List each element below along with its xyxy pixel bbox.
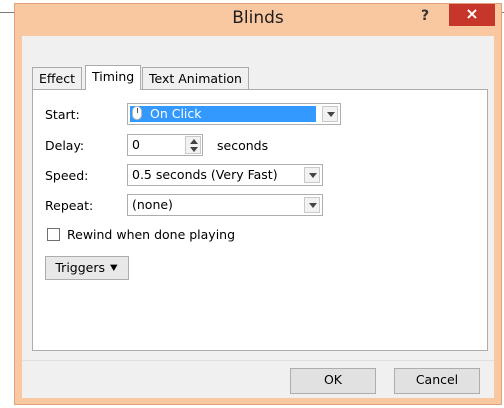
tab-text-animation[interactable]: Text Animation: [142, 67, 249, 89]
footer-divider: [22, 360, 494, 361]
spinner-buttons[interactable]: [185, 136, 201, 154]
start-value: On Click: [130, 106, 316, 122]
spin-up-icon[interactable]: [190, 139, 198, 144]
rewind-checkbox[interactable]: [47, 228, 60, 241]
speed-select[interactable]: 0.5 seconds (Very Fast): [127, 164, 323, 186]
title-bar[interactable]: Blinds ? ×: [15, 4, 501, 36]
dialog-body: Effect Timing Text Animation Start: On C…: [22, 36, 494, 398]
cancel-button[interactable]: Cancel: [394, 368, 480, 394]
delay-spinner[interactable]: 0: [127, 134, 203, 156]
delay-value: 0: [132, 137, 140, 152]
chevron-down-icon[interactable]: [304, 167, 320, 183]
blinds-dialog: Blinds ? × Effect Timing Text Animation …: [14, 3, 502, 405]
spin-down-icon[interactable]: [190, 147, 198, 152]
ok-button[interactable]: OK: [290, 368, 376, 394]
double-chevron-down-icon: ⯆: [109, 261, 119, 275]
start-label: Start:: [45, 107, 80, 122]
close-button[interactable]: ×: [449, 4, 495, 26]
delay-unit-label: seconds: [217, 138, 269, 153]
timing-panel: Start: On Click Delay: 0 seconds Speed: …: [32, 89, 488, 351]
mouse-icon: [132, 106, 142, 120]
chevron-down-icon[interactable]: [322, 106, 338, 122]
start-select[interactable]: On Click: [127, 103, 341, 125]
tab-timing[interactable]: Timing: [85, 65, 142, 90]
chevron-down-icon[interactable]: [304, 197, 320, 213]
repeat-value: (none): [132, 197, 173, 212]
help-button[interactable]: ?: [412, 5, 438, 27]
rewind-label[interactable]: Rewind when done playing: [67, 227, 235, 242]
speed-value: 0.5 seconds (Very Fast): [132, 167, 278, 182]
speed-label: Speed:: [45, 168, 89, 183]
repeat-select[interactable]: (none): [127, 194, 323, 216]
delay-label: Delay:: [45, 138, 85, 153]
triggers-label: Triggers: [55, 260, 105, 275]
repeat-label: Repeat:: [45, 198, 94, 213]
tab-effect[interactable]: Effect: [32, 67, 82, 89]
triggers-button[interactable]: Triggers ⯆: [45, 256, 129, 280]
